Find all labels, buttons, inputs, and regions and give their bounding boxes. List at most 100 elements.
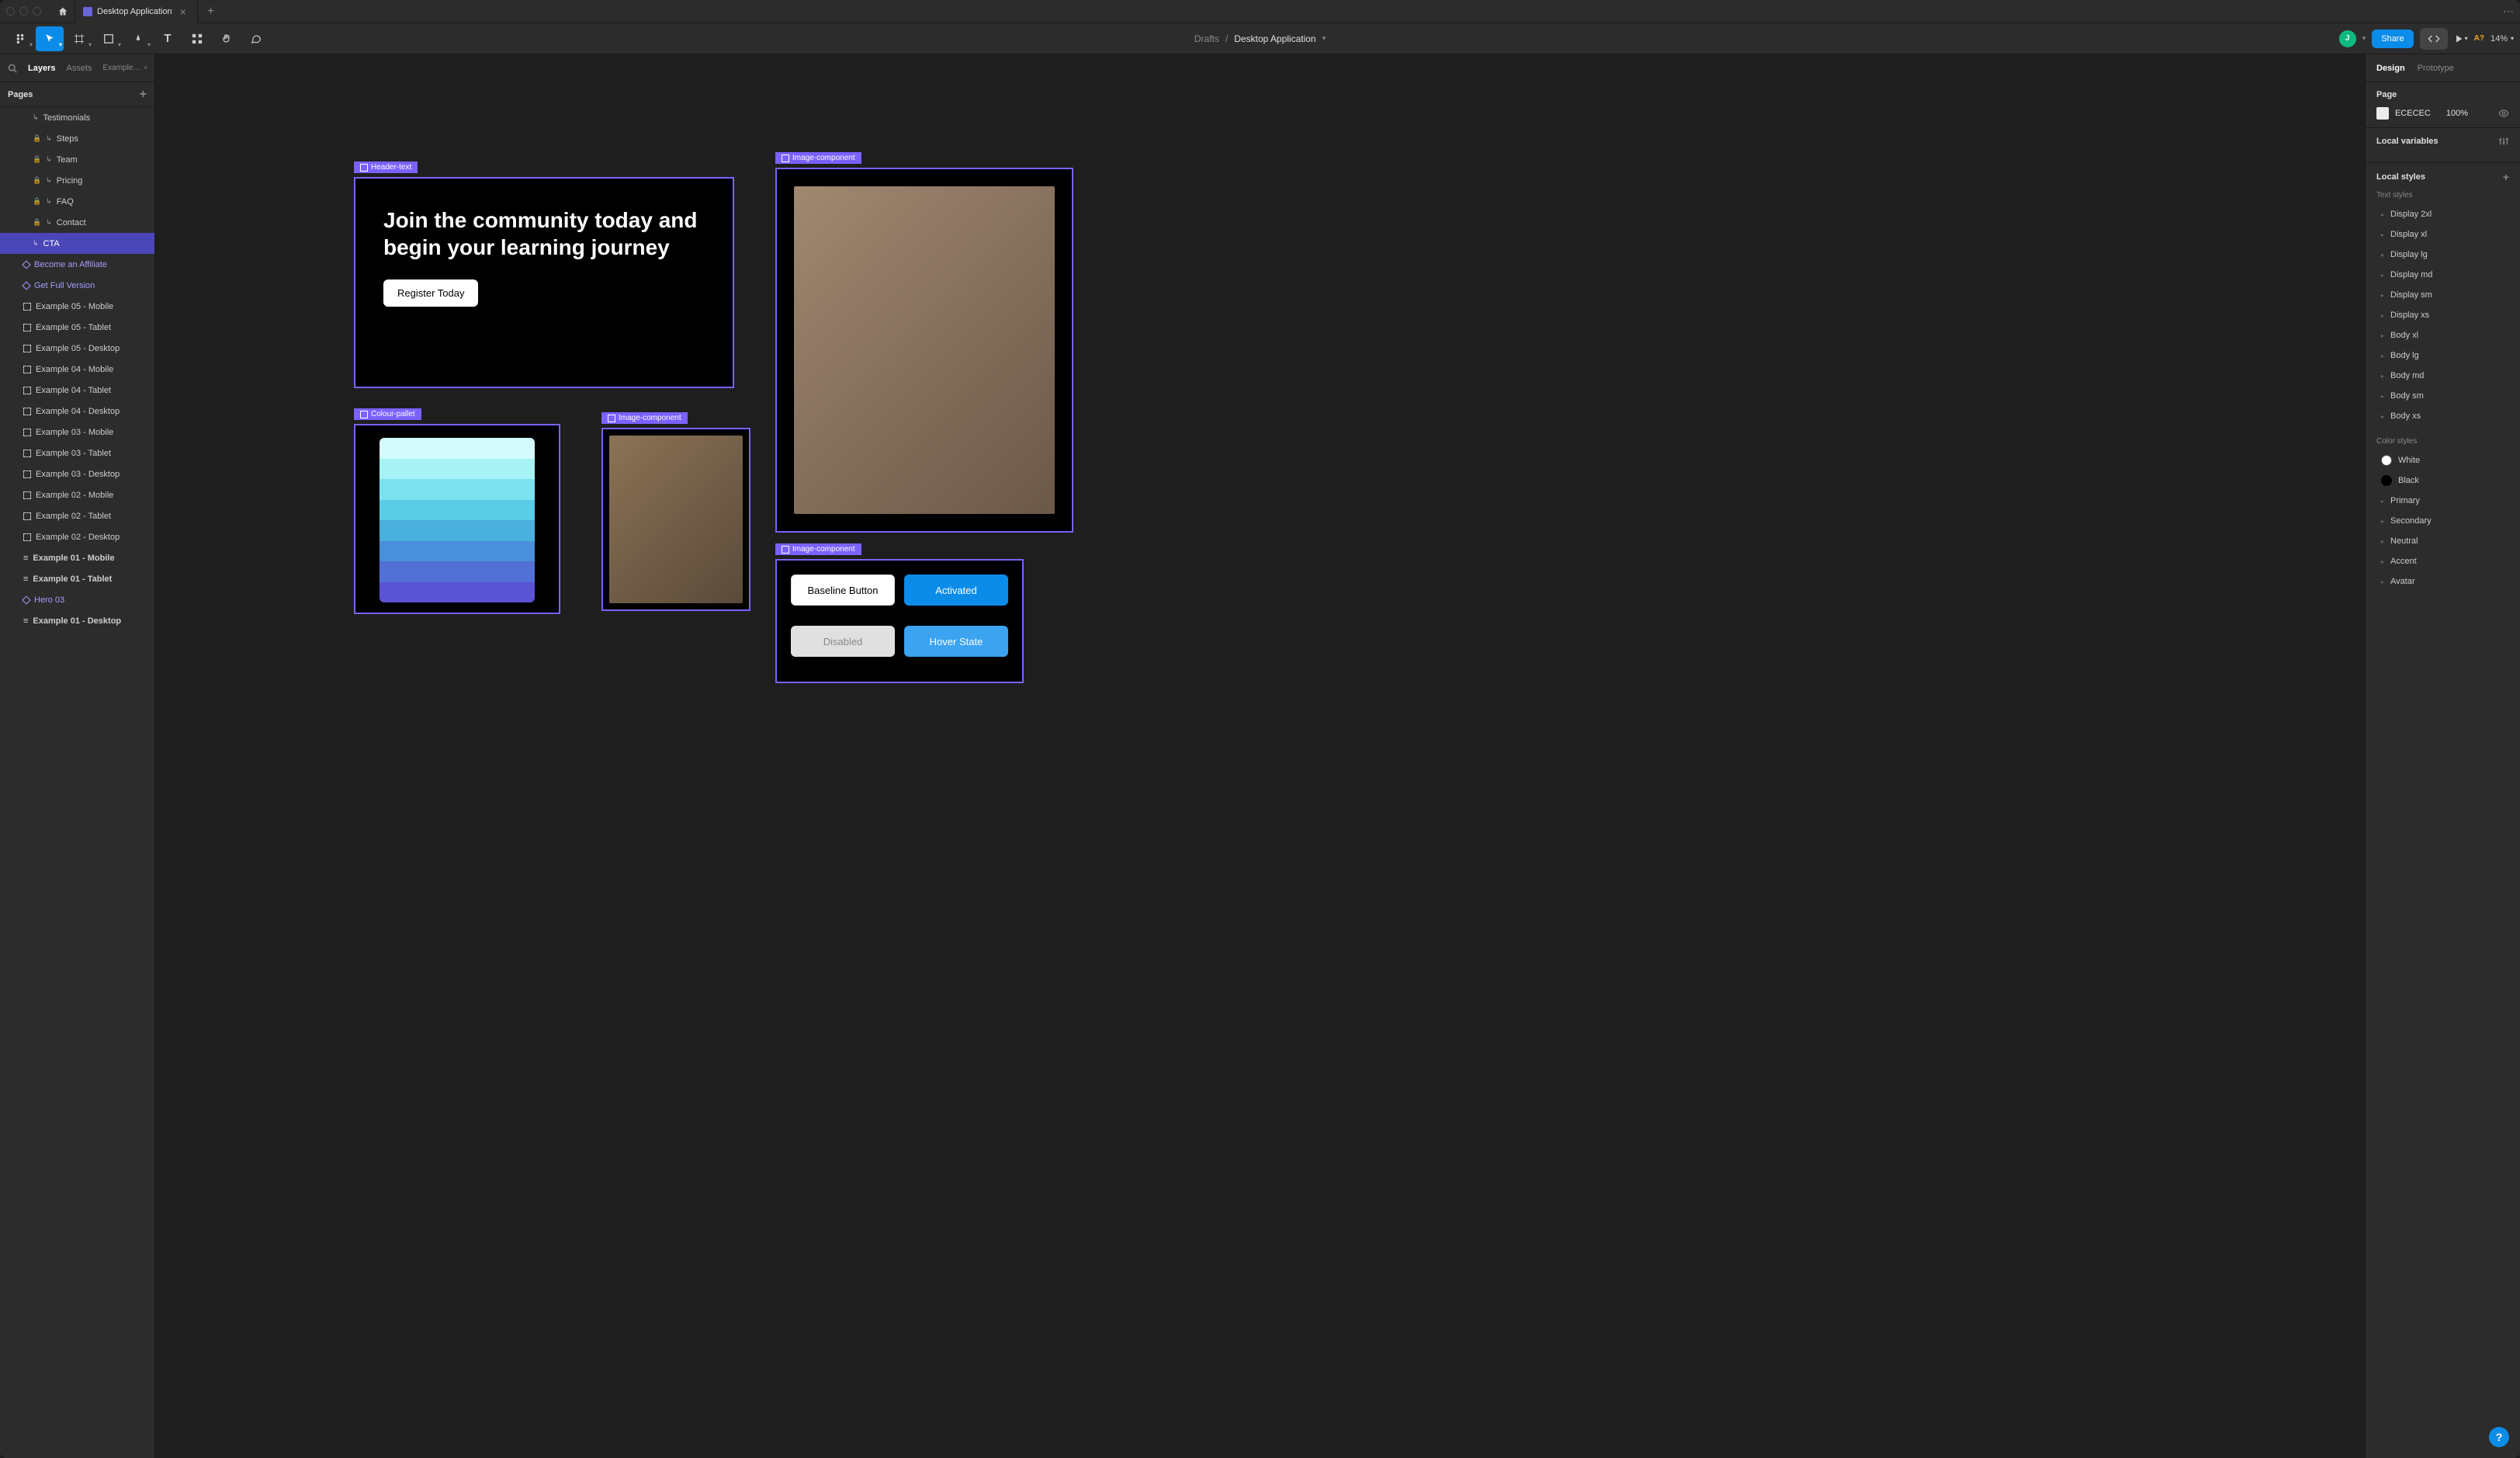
add-style-button[interactable]: + xyxy=(2503,171,2509,183)
frame-label[interactable]: Image-component xyxy=(775,543,861,555)
layer-item[interactable]: Example 04 - Mobile xyxy=(0,359,154,380)
layer-item[interactable]: Get Full Version xyxy=(0,275,154,296)
dev-mode-button[interactable] xyxy=(2420,28,2448,50)
layer-item[interactable]: Example 04 - Desktop xyxy=(0,401,154,422)
layer-item[interactable]: Example 03 - Tablet xyxy=(0,443,154,463)
canvas-frame-image-large[interactable]: Image-component xyxy=(775,168,1073,533)
breadcrumb-folder[interactable]: Drafts xyxy=(1194,33,1219,44)
layer-item[interactable]: Example 03 - Mobile xyxy=(0,422,154,443)
close-tab-button[interactable]: × xyxy=(177,5,189,18)
color-style-item[interactable]: White xyxy=(2376,450,2509,470)
color-style-item[interactable]: ▸Secondary xyxy=(2376,511,2509,531)
disabled-button[interactable]: Disabled xyxy=(791,626,895,657)
color-style-item[interactable]: Black xyxy=(2376,470,2509,491)
zoom-control[interactable]: 14%▾ xyxy=(2491,34,2514,43)
text-style-item[interactable]: ▸Display 2xl xyxy=(2376,204,2509,224)
color-style-item[interactable]: ▸Neutral xyxy=(2376,531,2509,551)
layer-item[interactable]: Example 02 - Tablet xyxy=(0,505,154,526)
page-dropdown[interactable]: Example…˄ xyxy=(103,64,148,72)
layer-item[interactable]: Example 04 - Tablet xyxy=(0,380,154,401)
close-window[interactable] xyxy=(6,7,15,16)
layer-item[interactable]: Example 05 - Tablet xyxy=(0,317,154,338)
chevron-down-icon[interactable]: ▾ xyxy=(1322,34,1326,43)
search-button[interactable] xyxy=(8,64,17,73)
move-tool[interactable]: ▾ xyxy=(36,26,64,51)
layer-item[interactable]: Example 05 - Mobile xyxy=(0,296,154,317)
layer-item[interactable]: ↳CTA xyxy=(0,233,154,254)
layer-item[interactable]: 🔒↳Team xyxy=(0,149,154,170)
ai-badge[interactable]: A? xyxy=(2474,34,2484,43)
layer-item[interactable]: Example 02 - Desktop xyxy=(0,526,154,547)
frame-tool[interactable]: ▾ xyxy=(65,26,93,51)
layers-list[interactable]: ↳Testimonials🔒↳Steps🔒↳Team🔒↳Pricing🔒↳FAQ… xyxy=(0,107,154,1458)
comment-tool[interactable] xyxy=(242,26,270,51)
chevron-down-icon[interactable]: ▾ xyxy=(2362,34,2366,43)
home-button[interactable] xyxy=(50,0,75,23)
layer-item[interactable]: 🔒↳Steps xyxy=(0,128,154,149)
file-tab[interactable]: Desktop Application × xyxy=(75,0,198,23)
resources-tool[interactable] xyxy=(183,26,211,51)
text-style-item[interactable]: ▸Display sm xyxy=(2376,285,2509,305)
canvas-frame-palette[interactable]: Colour-pallet xyxy=(354,424,560,614)
text-style-item[interactable]: ▸Body lg xyxy=(2376,345,2509,366)
layer-item[interactable]: ≡Example 01 - Tablet xyxy=(0,568,154,589)
hover-button[interactable]: Hover State xyxy=(904,626,1008,657)
layer-item[interactable]: 🔒↳FAQ xyxy=(0,191,154,212)
text-style-item[interactable]: ▸Body xs xyxy=(2376,406,2509,426)
text-style-item[interactable]: ▸Body md xyxy=(2376,366,2509,386)
color-style-item[interactable]: ▸Avatar xyxy=(2376,571,2509,592)
layers-tab[interactable]: Layers xyxy=(28,64,55,73)
share-button[interactable]: Share xyxy=(2372,30,2413,48)
app-menu-button[interactable]: ⋯ xyxy=(2503,5,2514,18)
visibility-toggle[interactable] xyxy=(2498,108,2509,119)
hand-tool[interactable] xyxy=(213,26,241,51)
color-style-item[interactable]: ▸Primary xyxy=(2376,491,2509,511)
layer-item[interactable]: Example 03 - Desktop xyxy=(0,463,154,484)
add-page-button[interactable]: + xyxy=(140,88,147,102)
layer-item[interactable]: ≡Example 01 - Mobile xyxy=(0,547,154,568)
help-button[interactable]: ? xyxy=(2489,1427,2509,1447)
layer-item[interactable]: Example 02 - Mobile xyxy=(0,484,154,505)
maximize-window[interactable] xyxy=(33,7,41,16)
page-bg-color-chip[interactable] xyxy=(2376,107,2389,120)
layer-item[interactable]: ≡Example 01 - Desktop xyxy=(0,610,154,631)
register-button[interactable]: Register Today xyxy=(383,279,478,307)
color-style-item[interactable]: ▸Accent xyxy=(2376,551,2509,571)
user-avatar[interactable]: J xyxy=(2339,30,2356,47)
text-style-item[interactable]: ▸Body sm xyxy=(2376,386,2509,406)
text-style-item[interactable]: ▸Body xl xyxy=(2376,325,2509,345)
layer-item[interactable]: ↳Testimonials xyxy=(0,107,154,128)
text-style-item[interactable]: ▸Display xs xyxy=(2376,305,2509,325)
canvas-frame-header-text[interactable]: Header-text Join the community today and… xyxy=(354,177,734,388)
frame-label[interactable]: Image-component xyxy=(775,152,861,164)
canvas[interactable]: Header-text Join the community today and… xyxy=(155,54,2365,1458)
layer-item[interactable]: 🔒↳Pricing xyxy=(0,170,154,191)
design-tab[interactable]: Design xyxy=(2376,64,2405,73)
shape-tool[interactable]: ▾ xyxy=(95,26,123,51)
prototype-tab[interactable]: Prototype xyxy=(2418,64,2454,73)
activated-button[interactable]: Activated xyxy=(904,575,1008,606)
minimize-window[interactable] xyxy=(19,7,28,16)
variables-settings-button[interactable] xyxy=(2498,136,2509,147)
layer-item[interactable]: Become an Affiliate xyxy=(0,254,154,275)
breadcrumb-file[interactable]: Desktop Application xyxy=(1234,33,1315,44)
new-tab-button[interactable]: + xyxy=(198,5,224,19)
frame-label[interactable]: Header-text xyxy=(354,161,418,173)
assets-tab[interactable]: Assets xyxy=(66,64,92,73)
text-style-item[interactable]: ▸Display lg xyxy=(2376,245,2509,265)
text-style-item[interactable]: ▸Display xl xyxy=(2376,224,2509,245)
frame-label[interactable]: Image-component xyxy=(601,412,688,424)
text-style-item[interactable]: ▸Display md xyxy=(2376,265,2509,285)
present-button[interactable]: ▾ xyxy=(2454,34,2468,43)
layer-item[interactable]: Hero 03 xyxy=(0,589,154,610)
layer-item[interactable]: 🔒↳Contact xyxy=(0,212,154,233)
page-bg-opacity[interactable]: 100% xyxy=(2446,109,2468,118)
pen-tool[interactable]: ▾ xyxy=(124,26,152,51)
page-bg-color-hex[interactable]: ECECEC xyxy=(2395,109,2431,118)
text-tool[interactable]: T xyxy=(154,26,182,51)
canvas-frame-image-small[interactable]: Image-component xyxy=(601,428,750,611)
main-menu-button[interactable]: ▾ xyxy=(6,26,34,51)
baseline-button[interactable]: Baseline Button xyxy=(791,575,895,606)
layer-item[interactable]: Example 05 - Desktop xyxy=(0,338,154,359)
canvas-frame-buttons[interactable]: Image-component Baseline Button Activate… xyxy=(775,559,1024,683)
